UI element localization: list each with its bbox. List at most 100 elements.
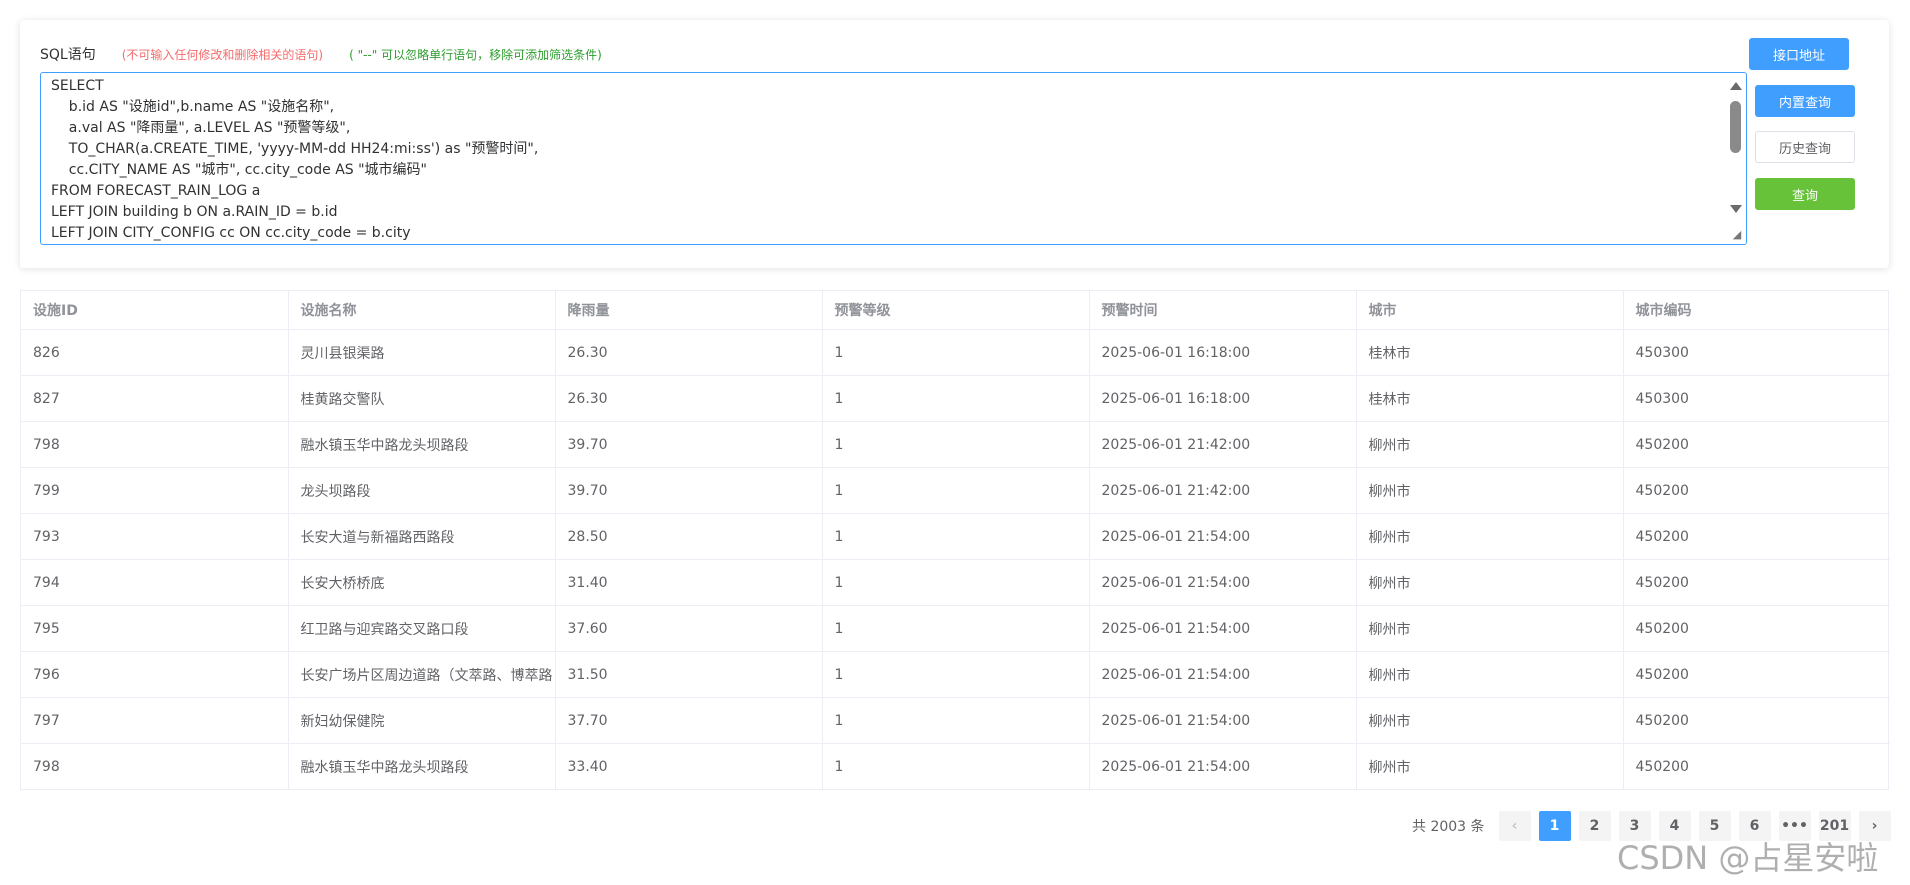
watermark: CSDN @占星安啦 [1617,839,1879,877]
table-row[interactable]: 798 融水镇玉华中路龙头坝路段 33.40 1 2025-06-01 21:5… [21,743,1890,789]
api-address-button[interactable]: 接口地址 [1749,38,1849,70]
table-cell: 柳州市 [1356,513,1624,560]
table-cell: 450200 [1623,605,1890,652]
scroll-thumb[interactable] [1730,101,1741,153]
scroll-down-arrow-icon[interactable] [1730,205,1742,213]
table-cell: 桂黄路交警队 [288,375,556,422]
table-cell: 28.50 [555,513,823,560]
table-cell: 1 [822,743,1090,789]
table-cell: 450200 [1623,513,1890,560]
table-cell: 799 [21,467,289,514]
table-cell: 450200 [1623,421,1890,468]
table-cell: 2025-06-01 21:54:00 [1089,605,1357,652]
table-row[interactable]: 799 龙头坝路段 39.70 1 2025-06-01 21:42:00 柳州… [21,467,1890,514]
table-cell: 797 [21,697,289,744]
table-row[interactable]: 794 长安大桥桥底 31.40 1 2025-06-01 21:54:00 柳… [21,559,1890,606]
table-cell: 1 [822,375,1090,422]
sql-code-line: SELECT [51,78,104,94]
table-row[interactable]: 797 新妇幼保健院 37.70 1 2025-06-01 21:54:00 柳… [21,697,1890,744]
table-cell: 2025-06-01 21:54:00 [1089,513,1357,560]
column-header[interactable]: 设施ID [21,291,289,330]
table-cell: 450200 [1623,697,1890,744]
table-cell: 桂林市 [1356,375,1624,422]
table-cell: 793 [21,513,289,560]
table-cell: 1 [822,467,1090,514]
page-number-2[interactable]: 2 [1578,811,1611,841]
table-cell: 1 [822,697,1090,744]
table-cell: 450200 [1623,651,1890,698]
table-cell: 2025-06-01 21:54:00 [1089,651,1357,698]
table-row[interactable]: 795 红卫路与迎宾路交叉路口段 37.60 1 2025-06-01 21:5… [21,605,1890,652]
table-cell: 795 [21,605,289,652]
table-cell: 1 [822,329,1090,376]
table-cell: 37.60 [555,605,823,652]
table-cell: 1 [822,513,1090,560]
table-cell: 33.40 [555,743,823,789]
table-cell: 31.50 [555,651,823,698]
editor-scrollbar[interactable] [1726,73,1746,244]
sql-code-line: a.val AS "降雨量", a.LEVEL AS "预警等级", [51,120,351,136]
table-cell: 450200 [1635,758,1689,775]
table-cell: 26.30 [555,375,823,422]
table-cell: 827 [21,375,289,422]
table-cell: 794 [21,559,289,606]
table-cell: 2025-06-01 21:54:00 [1089,559,1357,606]
table-cell: 长安大道与新福路西路段 [288,513,556,560]
table-cell: 柳州市 [1356,743,1624,789]
sql-code-line: LEFT JOIN building b ON a.RAIN_ID = b.id [51,204,338,220]
table-cell: 2025-06-01 16:18:00 [1089,375,1357,422]
sql-code[interactable]: SELECT b.id AS "设施id",b.name AS "设施名称", … [41,73,1724,244]
table-row[interactable]: 798 融水镇玉华中路龙头坝路段 39.70 1 2025-06-01 21:4… [21,421,1890,468]
sql-hint-text: ( "--" 可以忽略单行语句，移除可添加筛选条件) [349,47,602,62]
table-cell: 柳州市 [1356,651,1624,698]
table-cell: 新妇幼保健院 [288,697,556,744]
table-cell: 2025-06-01 21:54:00 [1089,697,1357,744]
table-cell: 融水镇玉华中路龙头坝路段 [288,421,556,468]
query-button[interactable]: 查询 [1755,178,1855,210]
scroll-up-arrow-icon[interactable] [1730,82,1742,90]
column-header[interactable]: 设施名称 [288,291,556,330]
table-cell: 长安广场片区周边道路（文萃路、博萃路 [288,651,556,698]
table-cell: 融水镇玉华中路龙头坝路段 [288,743,556,789]
table-header-row: 设施ID 设施名称 降雨量 预警等级 预警时间 城市 城市编码 [21,291,1890,330]
column-header[interactable]: 城市编码 [1623,291,1890,330]
sql-code-line: LEFT JOIN CITY_CONFIG cc ON cc.city_code… [51,225,411,241]
builtin-query-button[interactable]: 内置查询 [1755,85,1855,117]
sql-label-row: SQL语句 (不可输入任何修改和删除相关的语句) ( "--" 可以忽略单行语句… [40,44,602,64]
sql-editor[interactable]: SELECT b.id AS "设施id",b.name AS "设施名称", … [40,72,1747,245]
table-row[interactable]: 827 桂黄路交警队 26.30 1 2025-06-01 16:18:00 桂… [21,375,1890,422]
page-number-1[interactable]: 1 [1538,811,1571,841]
table-cell: 37.70 [555,697,823,744]
sql-code-line: FROM FORECAST_RAIN_LOG a [51,183,261,199]
sql-code-line: b.id AS "设施id",b.name AS "设施名称", [51,99,335,115]
prev-page-button[interactable]: ‹ [1498,811,1531,841]
column-header[interactable]: 预警时间 [1089,291,1357,330]
table-row[interactable]: 826 灵川县银渠路 26.30 1 2025-06-01 16:18:00 桂… [21,329,1890,376]
pagination-total: 共 2003 条 [1412,819,1485,835]
table-cell: 39.70 [555,467,823,514]
column-header[interactable]: 降雨量 [555,291,823,330]
table-cell: 450300 [1623,375,1890,422]
resize-grip-icon[interactable]: ◢ [1730,228,1744,242]
table-cell: 柳州市 [1356,421,1624,468]
table-cell: 826 [21,329,289,376]
sql-label: SQL语句 [40,47,96,63]
history-query-button[interactable]: 历史查询 [1755,131,1855,163]
column-header[interactable]: 城市 [1356,291,1624,330]
table-cell: 1 [822,559,1090,606]
table-cell: 2025-06-01 21:42:00 [1089,421,1357,468]
table-row[interactable]: 793 长安大道与新福路西路段 28.50 1 2025-06-01 21:54… [21,513,1890,560]
table-cell: 31.40 [555,559,823,606]
sql-code-line: TO_CHAR(a.CREATE_TIME, 'yyyy-MM-dd HH24:… [51,141,539,157]
table-cell: 1 [822,651,1090,698]
table-cell: 1 [822,605,1090,652]
table-cell: 桂林市 [1356,329,1624,376]
sql-warning-text: (不可输入任何修改和删除相关的语句) [121,47,324,62]
table-row[interactable]: 796 长安广场片区周边道路（文萃路、博萃路 31.50 1 2025-06-0… [21,651,1890,698]
sql-code-line: cc.CITY_NAME AS "城市", cc.city_code AS "城… [51,162,427,178]
table-cell: 796 [21,651,289,698]
column-header[interactable]: 预警等级 [822,291,1090,330]
table-cell: 柳州市 [1356,697,1624,744]
table-cell: 红卫路与迎宾路交叉路口段 [288,605,556,652]
table-cell: 灵川县银渠路 [288,329,556,376]
